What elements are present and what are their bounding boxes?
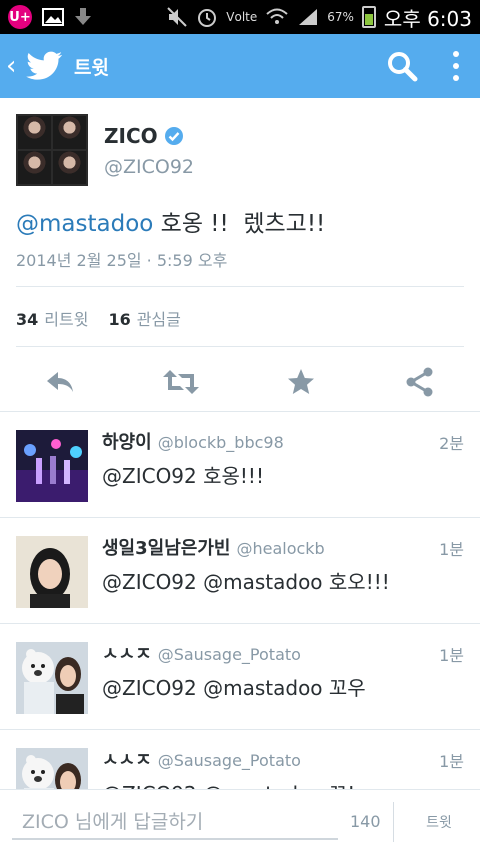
alarm-icon [198,9,217,27]
verified-badge-icon [164,127,183,145]
reply-time: 1분 [439,752,464,771]
gallery-icon [42,8,64,26]
reply-author[interactable]: ㅅㅅㅈ @Sausage_Potato [102,746,301,772]
carrier-badge: U+ [8,5,32,29]
reply-author[interactable]: 하양이 @blockb_bbc98 [102,428,284,454]
reply-author[interactable]: ㅅㅅㅈ @Sausage_Potato [102,640,301,666]
retweets-stat[interactable]: 34 리트윗 [16,306,88,330]
author-name[interactable]: ZICO [104,124,158,148]
tweet-body: 호옹 !! 렜츠고!! [153,211,326,237]
reply-text: @ZICO92 @mastadoo 꼬우 [102,676,366,700]
author-handle[interactable]: @ZICO92 [104,156,194,178]
divider [16,346,464,347]
network-label: Vᴏlte [226,10,258,24]
search-icon[interactable] [386,50,418,82]
author-avatar[interactable] [16,114,88,186]
divider [16,286,464,287]
share-icon[interactable] [404,366,436,398]
reply-author[interactable]: 생일3일남은가빈 @healockb [102,534,325,560]
page-title: 트윗 [74,56,109,79]
reply-author-handle: @blockb_bbc98 [157,433,284,452]
favorites-count: 16 [108,310,131,329]
retweets-label: 리트윗 [44,310,89,329]
reply-author-handle: @Sausage_Potato [157,751,301,770]
reply-item[interactable]: 하양이 @blockb_bbc98 2분 @ZICO92 호옹!!! [0,411,480,517]
tweet-mention[interactable]: @mastadoo [16,211,153,237]
battery-percent: 67% [327,10,354,24]
reply-text: @ZICO92 호옹!!! [102,464,264,488]
tweet-text: @mastadoo 호옹 !! 렜츠고!! [16,204,325,238]
tweet-detail: ZICO @ZICO92 @mastadoo 호옹 !! 렜츠고!! 2014년… [0,98,480,411]
retweets-count: 34 [16,310,39,329]
reply-avatar[interactable] [16,642,88,714]
favorites-stat[interactable]: 16 관심글 [108,306,180,330]
twitter-bird-icon[interactable] [26,50,64,82]
reply-time: 2분 [439,434,464,453]
reply-compose-bar: 140 트윗 [0,789,480,853]
download-icon [75,8,91,25]
reply-item[interactable]: 생일3일남은가빈 @healockb 1분 @ZICO92 @mastadoo 호… [0,517,480,623]
divider [393,802,394,842]
author-name-row[interactable]: ZICO [104,124,184,148]
reply-time: 1분 [439,646,464,665]
reply-avatar[interactable] [16,430,88,502]
mute-icon [167,7,187,27]
reply-time: 1분 [439,540,464,559]
tweet-timestamp: 2014년 2월 25일 · 5:59 오후 [16,251,228,270]
reply-item[interactable]: ㅅㅅㅈ @Sausage_Potato 1분 @ZICO92 @mastadoo … [0,623,480,729]
favorites-label: 관심글 [136,310,181,329]
battery-icon [361,6,376,28]
back-icon[interactable]: ‹ [6,51,20,81]
reply-author-handle: @Sausage_Potato [157,645,301,664]
retweet-icon[interactable] [162,366,200,398]
reply-author-handle: @healockb [236,539,325,558]
tweet-stats: 34 리트윗 16 관심글 [16,306,181,330]
reply-icon[interactable] [44,366,76,398]
reply-text: @ZICO92 @mastadoo 호오!!! [102,570,390,594]
signal-icon [299,9,318,25]
reply-input[interactable] [12,800,338,840]
reply-author-name: 생일3일남은가빈 [102,538,231,559]
char-count: 140 [350,812,381,831]
clock: 오후 6:03 [383,6,472,31]
wifi-icon [266,8,288,24]
reply-author-name: ㅅㅅㅈ [102,644,152,665]
reply-author-name: 하양이 [102,432,152,453]
more-options-icon[interactable] [452,51,460,81]
send-tweet-button[interactable]: 트윗 [410,808,468,836]
reply-avatar[interactable] [16,536,88,608]
tweet-actions [0,354,480,410]
status-bar: U+ Vᴏlte 67% 오후 6:03 [0,0,480,34]
reply-author-name: ㅅㅅㅈ [102,750,152,771]
favorite-star-icon[interactable] [285,366,317,398]
app-header: ‹ 트윗 [0,34,480,98]
